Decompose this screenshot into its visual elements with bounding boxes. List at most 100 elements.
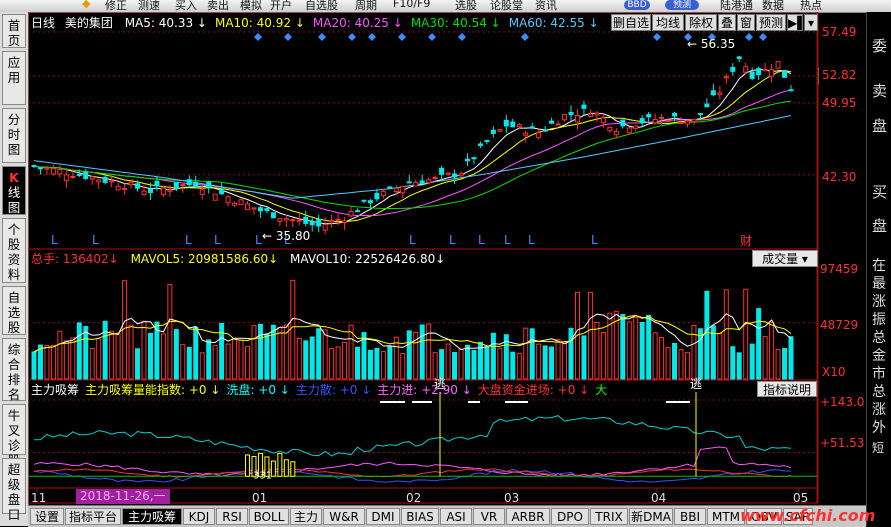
candle-body bbox=[477, 143, 483, 146]
volume-bar bbox=[180, 343, 186, 380]
volume-select-label: 成交量 bbox=[762, 252, 799, 266]
nav-tab-char: 图 bbox=[7, 142, 21, 157]
volume-bar bbox=[607, 312, 613, 380]
bottom-tab-13[interactable]: DPO bbox=[551, 508, 589, 525]
nav-tab-7[interactable]: 牛叉诊股 bbox=[2, 404, 26, 468]
bottom-tab-6[interactable]: 主力 bbox=[290, 508, 322, 525]
volume-bar bbox=[458, 348, 464, 380]
chart-button-4[interactable]: 窗 bbox=[737, 14, 755, 31]
bottom-tab-8[interactable]: DMI bbox=[366, 508, 400, 525]
bottom-tab-16[interactable]: BBI bbox=[674, 508, 706, 525]
bottom-tab-3[interactable]: KDJ bbox=[183, 508, 215, 525]
candle-body bbox=[717, 92, 723, 95]
date-badge-label: 2018-11-26,一 bbox=[80, 489, 166, 503]
nav-tab-char: 诊 bbox=[7, 438, 21, 453]
bottom-tab-15[interactable]: 新DMA bbox=[629, 508, 673, 525]
nav-tab-0[interactable]: 首页 bbox=[2, 14, 26, 48]
candle-body bbox=[400, 186, 406, 194]
candle-body bbox=[626, 127, 632, 134]
bottom-tab-11[interactable]: VR bbox=[473, 508, 505, 525]
menu-dropdown-icon[interactable]: ▾ bbox=[804, 14, 818, 31]
bottom-tab-0[interactable]: 设置 bbox=[30, 508, 64, 525]
candle-body bbox=[232, 202, 238, 206]
l-marker: L bbox=[528, 233, 535, 247]
bottom-tab-10[interactable]: ASI bbox=[440, 508, 472, 525]
candle-body bbox=[57, 169, 63, 175]
signal-diamond-icon bbox=[368, 33, 376, 41]
volume-bar bbox=[31, 351, 37, 380]
candle-body bbox=[672, 112, 678, 117]
candle-body bbox=[387, 186, 393, 189]
bottom-tab-14[interactable]: TRIX bbox=[590, 508, 628, 525]
volume-bar bbox=[89, 347, 95, 380]
nav-tab-char: 个 bbox=[7, 222, 21, 237]
candle-body bbox=[115, 185, 121, 191]
collapse-button[interactable]: ▶▌ bbox=[787, 14, 806, 31]
toolbar-item-8[interactable]: F10/F9 bbox=[393, 0, 430, 10]
candle-body bbox=[122, 188, 128, 191]
bottom-tab-12[interactable]: ARBR bbox=[506, 508, 550, 525]
nav-tab-5[interactable]: 自选股 bbox=[2, 286, 26, 335]
volume-bar bbox=[523, 327, 529, 380]
volume-bar bbox=[135, 348, 141, 380]
nav-tab-8[interactable]: 超级盘口 bbox=[2, 458, 26, 522]
volume-indicator-select[interactable]: 成交量 ▾ bbox=[752, 250, 818, 267]
volume-bar bbox=[264, 333, 270, 380]
candle-body bbox=[303, 216, 309, 224]
volume-bar bbox=[335, 346, 341, 380]
candle-body bbox=[173, 181, 179, 189]
candle-body bbox=[89, 176, 95, 180]
price-axis-label-3: 42.30 bbox=[822, 170, 857, 184]
chart-button-5[interactable]: 预测 bbox=[756, 14, 786, 31]
bottom-tab-9[interactable]: BIAS bbox=[401, 508, 439, 525]
indicator-help-button[interactable]: 指标说明 bbox=[757, 381, 817, 397]
ma-label-0: MA5: 40.33 ↓ bbox=[124, 16, 207, 30]
bottom-tab-4[interactable]: RSI bbox=[216, 508, 248, 525]
rpanel-sell-char: 盘 bbox=[872, 117, 888, 135]
candle-body bbox=[743, 66, 749, 73]
chart-button-1[interactable]: 均线 bbox=[652, 14, 684, 31]
bottom-tab-5[interactable]: BOLL bbox=[249, 508, 289, 525]
toolbar-pill-1[interactable]: 预测 bbox=[665, 0, 699, 10]
bottom-tab-1[interactable]: 指标平台 bbox=[65, 508, 121, 525]
volume-bar bbox=[490, 332, 496, 380]
nav-tab-3[interactable]: K线图 bbox=[2, 166, 26, 215]
candle-body bbox=[691, 118, 697, 123]
candle-body bbox=[283, 217, 289, 221]
nav-tab-2[interactable]: 分时图 bbox=[2, 108, 26, 163]
nav-tab-1[interactable]: 应用 bbox=[2, 51, 26, 105]
volume-bar bbox=[691, 324, 697, 380]
nav-tab-6[interactable]: 综合排名 bbox=[2, 338, 26, 402]
volume-bar bbox=[549, 346, 555, 380]
volume-bar bbox=[633, 316, 639, 380]
nav-tab-4[interactable]: 个股资料 bbox=[2, 218, 26, 283]
volume-bar bbox=[769, 321, 775, 380]
chart-button-0[interactable]: 删自选 bbox=[611, 14, 651, 31]
candle-body bbox=[380, 190, 386, 197]
candle-body bbox=[406, 181, 412, 184]
bottom-tab-7[interactable]: W&R bbox=[323, 508, 365, 525]
bottom-tab-2[interactable]: 主力吸筹 bbox=[122, 508, 182, 525]
nav-tab-char: 图 bbox=[7, 200, 21, 215]
rpanel-stat-char: 市 bbox=[872, 366, 886, 382]
candle-body bbox=[549, 120, 555, 124]
candle-body bbox=[96, 179, 102, 183]
toolbar-pill-0[interactable]: BBD bbox=[624, 0, 650, 10]
chart-button-2[interactable]: 除权 bbox=[685, 14, 717, 31]
toolbar-warning-icon: ◆ bbox=[82, 0, 91, 10]
candle-body bbox=[251, 207, 257, 210]
candle-body bbox=[775, 61, 781, 69]
candle-body bbox=[102, 176, 108, 183]
volume-bar bbox=[96, 338, 102, 380]
signal-diamond-icon bbox=[318, 33, 326, 41]
volume-axis-label-2: X10 bbox=[822, 365, 846, 379]
candle-body bbox=[160, 187, 166, 195]
price-axis-label-2: 49.95 bbox=[822, 96, 857, 110]
indicator-label-2: 洗盘: +0 ↓ bbox=[226, 383, 290, 397]
candle-body bbox=[329, 219, 335, 223]
candle-body bbox=[361, 199, 367, 202]
candle-body bbox=[439, 167, 445, 175]
volume-bar bbox=[160, 333, 166, 380]
candle-body bbox=[212, 193, 218, 201]
chart-button-3[interactable]: 叠 bbox=[718, 14, 736, 31]
